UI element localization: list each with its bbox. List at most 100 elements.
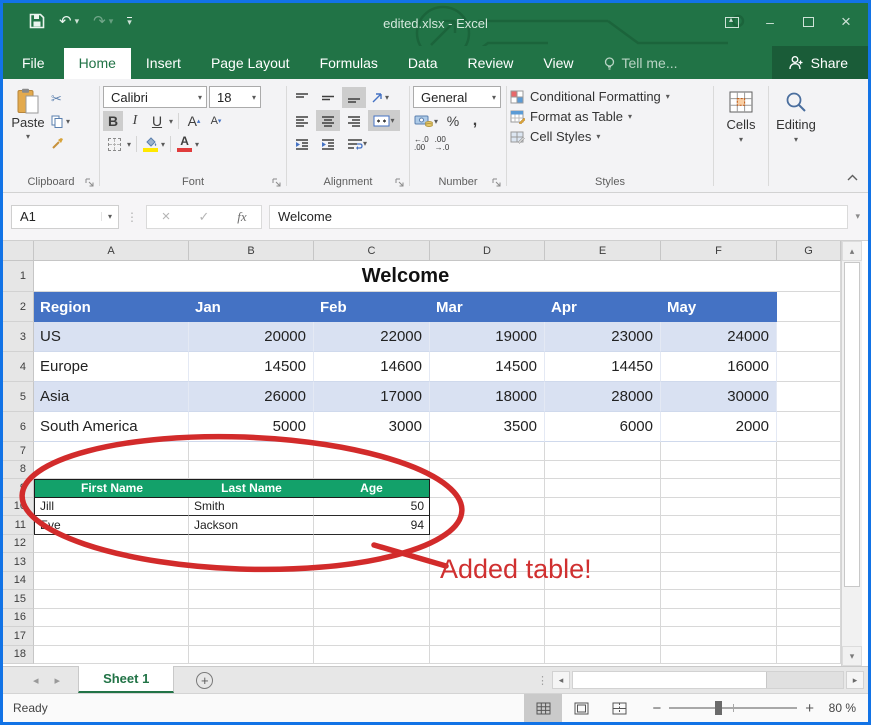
- cell[interactable]: [777, 627, 841, 646]
- cell[interactable]: [314, 627, 430, 646]
- cell[interactable]: [545, 516, 661, 535]
- cell[interactable]: [545, 498, 661, 517]
- formula-input[interactable]: Welcome: [269, 205, 848, 229]
- cell[interactable]: [777, 461, 841, 480]
- cell[interactable]: [34, 590, 189, 609]
- page-break-view-button[interactable]: [600, 694, 638, 722]
- name-box[interactable]: A1▾: [11, 205, 119, 229]
- number-format-combo[interactable]: General▾: [413, 86, 501, 108]
- horizontal-scroll-thumb[interactable]: [573, 672, 767, 688]
- share-button[interactable]: Share: [772, 46, 868, 79]
- cell[interactable]: [661, 479, 777, 498]
- insert-function-button[interactable]: fx: [223, 209, 261, 225]
- tab-file[interactable]: File: [3, 48, 64, 79]
- cell-added-data[interactable]: Jackson: [189, 516, 314, 535]
- column-header-C[interactable]: C: [314, 241, 430, 261]
- cell[interactable]: [314, 572, 430, 591]
- cell[interactable]: [34, 461, 189, 480]
- cell[interactable]: [777, 292, 841, 322]
- cell-data[interactable]: 2000: [661, 412, 777, 442]
- percent-style-button[interactable]: %: [443, 111, 463, 131]
- cell[interactable]: [34, 627, 189, 646]
- cell-data[interactable]: 5000: [189, 412, 314, 442]
- maximize-button[interactable]: [792, 9, 824, 35]
- decrease-font-size-button[interactable]: A: [206, 111, 226, 131]
- cell[interactable]: [430, 572, 545, 591]
- column-header-E[interactable]: E: [545, 241, 661, 261]
- cell[interactable]: [430, 516, 545, 535]
- cell[interactable]: [661, 572, 777, 591]
- cell-main-header[interactable]: Mar: [430, 292, 545, 322]
- clipboard-dialog-launcher[interactable]: [85, 178, 94, 187]
- cell[interactable]: [189, 553, 314, 572]
- increase-font-size-button[interactable]: A: [184, 111, 204, 131]
- cell[interactable]: [430, 498, 545, 517]
- cell[interactable]: [661, 627, 777, 646]
- column-header-F[interactable]: F: [661, 241, 777, 261]
- cell-data[interactable]: 14500: [430, 352, 545, 382]
- cell[interactable]: [661, 442, 777, 461]
- cell[interactable]: [661, 535, 777, 554]
- vertical-scrollbar[interactable]: ▴ ▾: [841, 241, 862, 666]
- cell-added-data[interactable]: 50: [314, 498, 430, 517]
- sheet-tab[interactable]: Sheet 1: [78, 666, 174, 693]
- cell-data[interactable]: Asia: [34, 382, 189, 412]
- paste-dropdown[interactable]: ▾: [26, 132, 30, 141]
- minimize-button[interactable]: –: [754, 9, 786, 35]
- cell-data[interactable]: 14600: [314, 352, 430, 382]
- zoom-level[interactable]: 80 %: [824, 701, 868, 715]
- borders-dropdown[interactable]: ▾: [127, 140, 131, 149]
- cell-data[interactable]: 23000: [545, 322, 661, 352]
- prev-sheet-arrow[interactable]: ◂: [33, 674, 39, 687]
- decrease-decimal-button[interactable]: .00→.0: [434, 134, 451, 154]
- cell[interactable]: [777, 516, 841, 535]
- cell[interactable]: [34, 646, 189, 665]
- zoom-in-button[interactable]: +: [805, 700, 814, 717]
- cell-main-header[interactable]: Jan: [189, 292, 314, 322]
- cell[interactable]: [314, 646, 430, 665]
- align-center-button[interactable]: [316, 110, 340, 131]
- cell-added-data[interactable]: Eve: [34, 516, 189, 535]
- orientation-button[interactable]: ▾: [368, 87, 392, 108]
- cell[interactable]: [545, 627, 661, 646]
- align-right-button[interactable]: [342, 110, 366, 131]
- collapse-ribbon-button[interactable]: [847, 172, 858, 184]
- cell[interactable]: [545, 553, 661, 572]
- cell-main-header[interactable]: May: [661, 292, 777, 322]
- scroll-left-arrow[interactable]: ◂: [552, 671, 570, 689]
- normal-view-button[interactable]: [524, 694, 562, 722]
- wrap-text-button[interactable]: ▾: [342, 133, 372, 154]
- cell-added-data[interactable]: Smith: [189, 498, 314, 517]
- column-header-B[interactable]: B: [189, 241, 314, 261]
- cell[interactable]: [661, 590, 777, 609]
- paste-button[interactable]: Paste ▾: [6, 84, 50, 175]
- italic-button[interactable]: I: [125, 111, 145, 131]
- cell[interactable]: [661, 609, 777, 628]
- cell[interactable]: [777, 261, 841, 292]
- expand-formula-bar-button[interactable]: ▾: [855, 211, 860, 222]
- row-header-11[interactable]: 11: [3, 516, 34, 535]
- cell-data[interactable]: 19000: [430, 322, 545, 352]
- number-dialog-launcher[interactable]: [492, 178, 501, 187]
- cell[interactable]: [314, 609, 430, 628]
- cell-data[interactable]: 20000: [189, 322, 314, 352]
- cell-main-header[interactable]: Region: [34, 292, 189, 322]
- align-left-button[interactable]: [290, 110, 314, 131]
- tab-insert[interactable]: Insert: [131, 48, 196, 79]
- cell[interactable]: [661, 646, 777, 665]
- cell[interactable]: [777, 442, 841, 461]
- cell[interactable]: [430, 461, 545, 480]
- format-as-table-button[interactable]: Format as Table▾: [510, 109, 710, 124]
- editing-button[interactable]: Editing ▾: [772, 84, 820, 175]
- tab-formulas[interactable]: Formulas: [305, 48, 393, 79]
- cell[interactable]: [545, 646, 661, 665]
- cell-data[interactable]: 14500: [189, 352, 314, 382]
- underline-button[interactable]: U: [147, 111, 167, 131]
- row-header-14[interactable]: 14: [3, 572, 34, 591]
- cell-data[interactable]: 24000: [661, 322, 777, 352]
- cell[interactable]: [545, 479, 661, 498]
- cell[interactable]: [430, 609, 545, 628]
- cell-added-header[interactable]: First Name: [34, 479, 189, 498]
- font-size-combo[interactable]: 18▾: [209, 86, 261, 108]
- tabbar-splitter[interactable]: ⋮: [537, 674, 548, 687]
